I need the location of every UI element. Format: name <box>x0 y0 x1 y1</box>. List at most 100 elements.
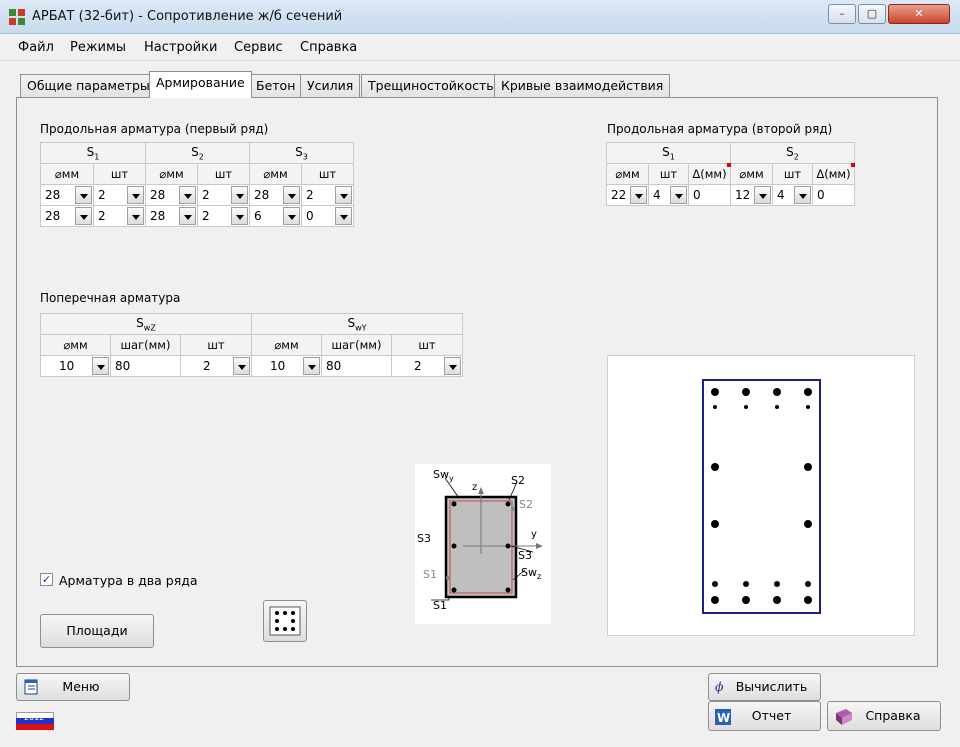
tab-reinforcement[interactable]: Армирование <box>149 71 252 98</box>
rebar-dot <box>742 596 750 604</box>
rebar-dot <box>742 388 750 396</box>
maximize-button[interactable]: ▢ <box>858 4 886 24</box>
s1-count-select[interactable]: 4 <box>648 184 689 206</box>
tab-concrete[interactable]: Бетон <box>249 74 303 97</box>
s2-delta-input[interactable]: 0 <box>812 184 855 206</box>
dropdown-arrow-icon[interactable] <box>794 186 811 204</box>
rebar-dot <box>806 405 810 409</box>
dropdown-arrow-icon[interactable] <box>335 207 352 225</box>
menu-service[interactable]: Сервис <box>234 40 283 55</box>
row2-title: Продольная арматура (второй ряд) <box>607 122 833 136</box>
tab-crack-resistance[interactable]: Трещиностойкость <box>361 74 501 97</box>
dropdown-arrow-icon[interactable] <box>303 357 320 375</box>
menu-help[interactable]: Справка <box>300 40 357 55</box>
note-marker <box>851 163 855 167</box>
col-count: шт <box>180 334 252 356</box>
app-icon <box>9 9 25 25</box>
dropdown-arrow-icon[interactable] <box>444 357 461 375</box>
s3-diameter-select[interactable]: 6 <box>249 205 302 227</box>
menu-icon <box>24 679 38 695</box>
dropdown-arrow-icon[interactable] <box>233 357 250 375</box>
tab-forces[interactable]: Усилия <box>300 74 361 97</box>
dropdown-arrow-icon[interactable] <box>754 186 771 204</box>
dropdown-arrow-icon[interactable] <box>179 207 196 225</box>
header-swz: SwZ <box>40 313 252 335</box>
note-marker <box>727 163 731 167</box>
dropdown-arrow-icon[interactable] <box>231 207 248 225</box>
dropdown-arrow-icon[interactable] <box>283 186 300 204</box>
menu-file[interactable]: Файл <box>18 40 54 55</box>
col-delta: Δ(мм) <box>812 163 855 185</box>
rebar-dot <box>804 463 812 471</box>
s1-count-select[interactable]: 2 <box>93 205 146 227</box>
rebar-dot <box>805 581 811 587</box>
s1-diameter-select[interactable]: 28 <box>40 184 94 206</box>
swy-count-select[interactable]: 2 <box>391 355 463 377</box>
swy-diameter-select[interactable]: 10 <box>251 355 322 377</box>
swy-step-input[interactable]: 80 <box>321 355 392 377</box>
areas-button[interactable]: Площади <box>40 614 154 648</box>
s2-count-select[interactable]: 2 <box>197 184 250 206</box>
s2-diameter-select[interactable]: 12 <box>730 184 773 206</box>
col-count: шт <box>772 163 813 185</box>
report-button[interactable]: W Отчет <box>708 701 821 731</box>
s1-diameter-select[interactable]: 28 <box>40 205 94 227</box>
help-button[interactable]: Справка <box>827 701 941 731</box>
dropdown-arrow-icon[interactable] <box>335 186 352 204</box>
s1-diameter-select[interactable]: 22 <box>606 184 649 206</box>
menu-modes[interactable]: Режимы <box>70 40 126 55</box>
rebar-dot <box>804 388 812 396</box>
menu-settings[interactable]: Настройки <box>144 40 217 55</box>
col-diameter: ⌀мм <box>145 163 198 185</box>
s3-count-select[interactable]: 0 <box>301 205 354 227</box>
s2-second-row-label: S2 <box>519 498 533 511</box>
rebar-dot <box>711 520 719 528</box>
col-diameter: ⌀мм <box>730 163 773 185</box>
s3-count-select[interactable]: 2 <box>301 184 354 206</box>
col-diameter: ⌀мм <box>249 163 302 185</box>
dropdown-arrow-icon[interactable] <box>231 186 248 204</box>
dropdown-arrow-icon[interactable] <box>670 186 687 204</box>
s2-diameter-select[interactable]: 28 <box>145 184 198 206</box>
dropdown-arrow-icon[interactable] <box>127 186 144 204</box>
rebar-dot <box>773 596 781 604</box>
rebar-dot <box>743 581 749 587</box>
s2-count-select[interactable]: 2 <box>197 205 250 227</box>
swz-step-input[interactable]: 80 <box>110 355 181 377</box>
s2-count-select[interactable]: 4 <box>772 184 813 206</box>
section-preview <box>607 355 915 636</box>
version-badge: 2012 <box>16 712 54 730</box>
dropdown-arrow-icon[interactable] <box>127 207 144 225</box>
col-diameter: ⌀мм <box>40 163 94 185</box>
row2-header-s2: S2 <box>730 142 855 164</box>
menu-button[interactable]: Меню <box>16 673 130 701</box>
calculate-button[interactable]: ϕ Вычислить <box>708 673 821 701</box>
rebar-dot <box>711 388 719 396</box>
bar-layout-button[interactable] <box>263 600 307 642</box>
col-count: шт <box>648 163 689 185</box>
tab-general[interactable]: Общие параметры <box>20 74 157 97</box>
col-step: шаг(мм) <box>321 334 392 356</box>
col-diameter: ⌀мм <box>251 334 322 356</box>
s1-delta-input[interactable]: 0 <box>688 184 731 206</box>
minimize-button[interactable]: – <box>828 4 856 24</box>
close-button[interactable]: ✕ <box>888 4 950 24</box>
dropdown-arrow-icon[interactable] <box>630 186 647 204</box>
transverse-grid: SwZ SwY ⌀мм шаг(мм) шт ⌀мм шаг(мм) шт 10… <box>40 313 463 377</box>
s3-diameter-select[interactable]: 28 <box>249 184 302 206</box>
swy-label: Swy <box>433 468 454 483</box>
dropdown-arrow-icon[interactable] <box>283 207 300 225</box>
tab-interaction-curves[interactable]: Кривые взаимодействия <box>494 74 671 97</box>
row1-grid: S1 S2 S3 ⌀мм шт ⌀мм шт ⌀мм шт 28 2 28 2 … <box>40 142 354 227</box>
row2-grid: S1 S2 ⌀мм шт Δ(мм) ⌀мм шт Δ(мм) 22 4 0 1… <box>606 142 855 206</box>
dropdown-arrow-icon[interactable] <box>92 357 109 375</box>
s1-count-select[interactable]: 2 <box>93 184 146 206</box>
swz-count-select[interactable]: 2 <box>180 355 252 377</box>
swz-diameter-select[interactable]: 10 <box>40 355 111 377</box>
dropdown-arrow-icon[interactable] <box>179 186 196 204</box>
dropdown-arrow-icon[interactable] <box>75 207 92 225</box>
s2-diameter-select[interactable]: 28 <box>145 205 198 227</box>
dropdown-arrow-icon[interactable] <box>75 186 92 204</box>
transverse-title: Поперечная арматура <box>40 291 181 305</box>
double-row-checkbox[interactable]: ✓ <box>40 573 53 586</box>
